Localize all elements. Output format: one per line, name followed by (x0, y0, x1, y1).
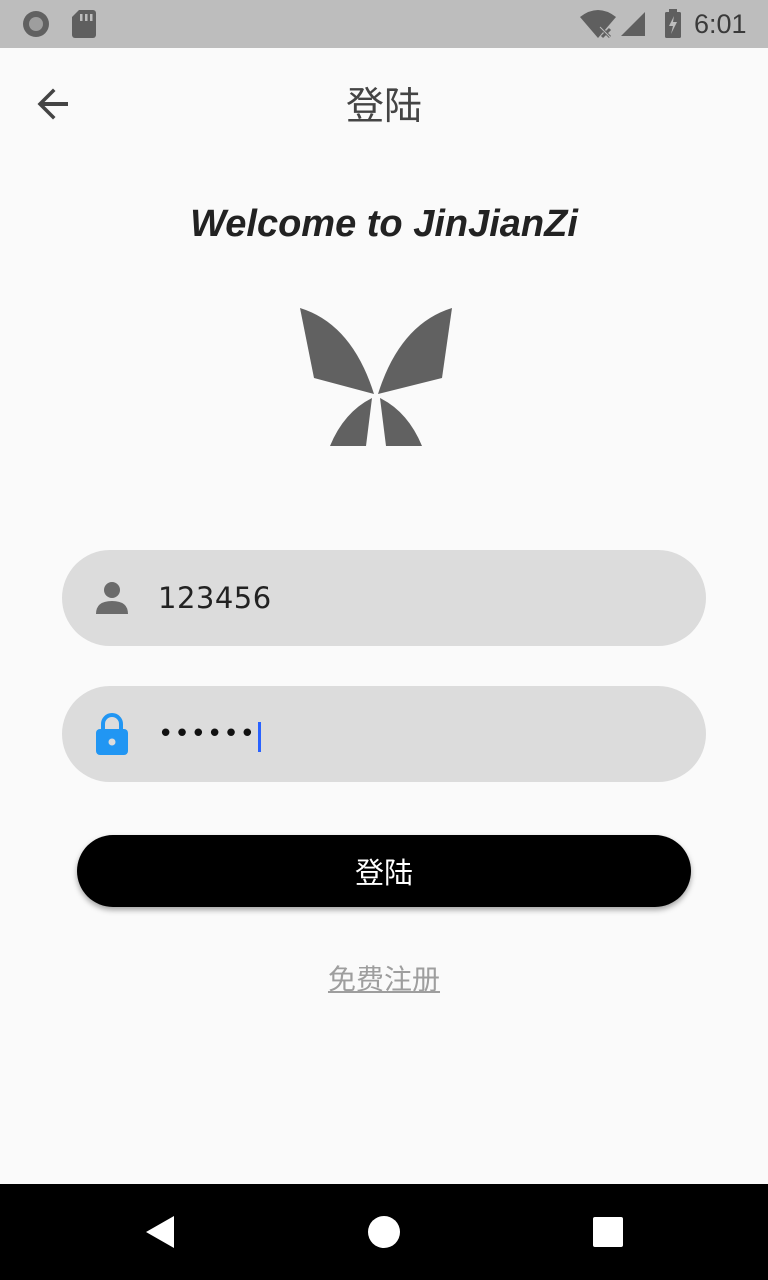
welcome-heading: Welcome to JinJianZi (190, 203, 578, 245)
nav-recent-icon[interactable] (578, 1202, 638, 1262)
person-icon (88, 574, 136, 622)
arrow-back-icon (36, 86, 72, 126)
record-icon (18, 0, 54, 48)
text-caret (258, 722, 261, 752)
back-button[interactable] (26, 78, 82, 134)
register-link[interactable]: 免费注册 (284, 958, 484, 1002)
lock-icon (88, 710, 136, 758)
password-field[interactable]: •••••• (62, 686, 706, 782)
username-field[interactable]: 123456 (62, 550, 706, 646)
system-nav-bar (0, 1184, 768, 1280)
battery-charging-icon (660, 0, 686, 48)
login-button[interactable]: 登陆 (77, 835, 691, 907)
sd-card-icon (68, 0, 100, 48)
nav-home-icon[interactable] (354, 1202, 414, 1262)
page-title: 登陆 (345, 84, 422, 128)
app-bar: 登陆 (0, 48, 768, 160)
status-time: 6:01 (694, 8, 747, 39)
username-input[interactable]: 123456 (158, 574, 272, 622)
signal-icon (618, 0, 648, 48)
butterfly-logo-icon (296, 304, 456, 450)
nav-back-icon[interactable] (130, 1202, 190, 1262)
status-bar: 6:01 (0, 0, 768, 48)
login-button-label: 登陆 (354, 856, 413, 890)
password-input[interactable]: •••••• (158, 710, 256, 758)
wifi-off-icon (576, 0, 620, 48)
